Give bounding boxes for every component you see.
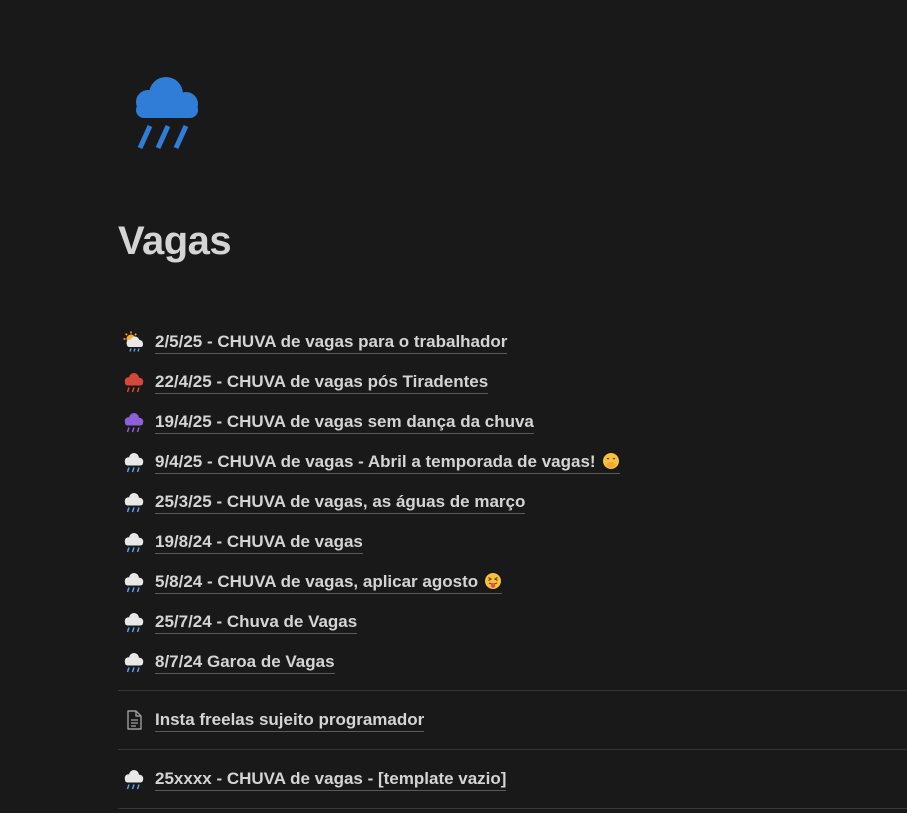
rain-cloud-icon: [124, 533, 144, 553]
list-item[interactable]: 25xxxx - CHUVA de vagas - [template vazi…: [118, 750, 907, 808]
page-title: Vagas: [118, 219, 232, 263]
rain-cloud-icon[interactable]: [128, 72, 208, 152]
subpage-list: 2/5/25 - CHUVA de vagas para o trabalhad…: [118, 322, 907, 809]
subpage-link[interactable]: 9/4/25 - CHUVA de vagas - Abril a tempor…: [155, 451, 620, 474]
subpage-link[interactable]: 19/4/25 - CHUVA de vagas sem dança da ch…: [155, 411, 534, 434]
subpage-link[interactable]: 8/7/24 Garoa de Vagas: [155, 651, 335, 674]
subpage-link[interactable]: 25xxxx - CHUVA de vagas - [template vazi…: [155, 768, 507, 791]
subpage-link[interactable]: 5/8/24 - CHUVA de vagas, aplicar agosto: [155, 571, 503, 594]
list-item[interactable]: Insta freelas sujeito programador: [118, 691, 907, 749]
rain-cloud-icon: [124, 653, 144, 673]
squinting-face-with-tongue-icon: [485, 572, 502, 589]
purple-rain-cloud-icon: [124, 413, 144, 433]
list-item[interactable]: 22/4/25 - CHUVA de vagas pós Tiradentes: [118, 362, 907, 402]
subpage-link-label: 9/4/25 - CHUVA de vagas - Abril a tempor…: [155, 451, 596, 471]
list-item[interactable]: 19/4/25 - CHUVA de vagas sem dança da ch…: [118, 402, 907, 442]
subpage-link[interactable]: 25/7/24 - Chuva de Vagas: [155, 611, 358, 634]
list-item[interactable]: 8/7/24 Garoa de Vagas: [118, 642, 907, 682]
rain-cloud-icon: [124, 493, 144, 513]
list-item[interactable]: 9/4/25 - CHUVA de vagas - Abril a tempor…: [118, 442, 907, 482]
rain-cloud-icon: [124, 573, 144, 593]
list-item[interactable]: 25/3/25 - CHUVA de vagas, as águas de ma…: [118, 482, 907, 522]
list-item[interactable]: 2/5/25 - CHUVA de vagas para o trabalhad…: [118, 322, 907, 362]
rain-cloud-icon: [124, 453, 144, 473]
sun-behind-rain-cloud-icon: [123, 331, 143, 352]
subpage-link-label: 5/8/24 - CHUVA de vagas, aplicar agosto: [155, 571, 479, 591]
rain-cloud-icon: [124, 613, 144, 633]
divider: [118, 808, 907, 809]
subpage-link[interactable]: 22/4/25 - CHUVA de vagas pós Tiradentes: [155, 371, 489, 394]
document-icon: [127, 710, 142, 730]
face-with-hand-over-mouth-icon: [602, 452, 619, 469]
subpage-link[interactable]: Insta freelas sujeito programador: [155, 709, 425, 732]
subpage-link[interactable]: 2/5/25 - CHUVA de vagas para o trabalhad…: [155, 331, 508, 354]
subpage-link[interactable]: 25/3/25 - CHUVA de vagas, as águas de ma…: [155, 491, 526, 514]
list-item[interactable]: 25/7/24 - Chuva de Vagas: [118, 602, 907, 642]
page: Vagas 2/5/25 - CHUVA de vagas para o tra…: [0, 0, 907, 813]
subpage-link[interactable]: 19/8/24 - CHUVA de vagas: [155, 531, 363, 554]
list-item[interactable]: 19/8/24 - CHUVA de vagas: [118, 522, 907, 562]
red-rain-cloud-icon: [124, 373, 144, 393]
list-item[interactable]: 5/8/24 - CHUVA de vagas, aplicar agosto: [118, 562, 907, 602]
rain-cloud-icon: [124, 770, 144, 790]
